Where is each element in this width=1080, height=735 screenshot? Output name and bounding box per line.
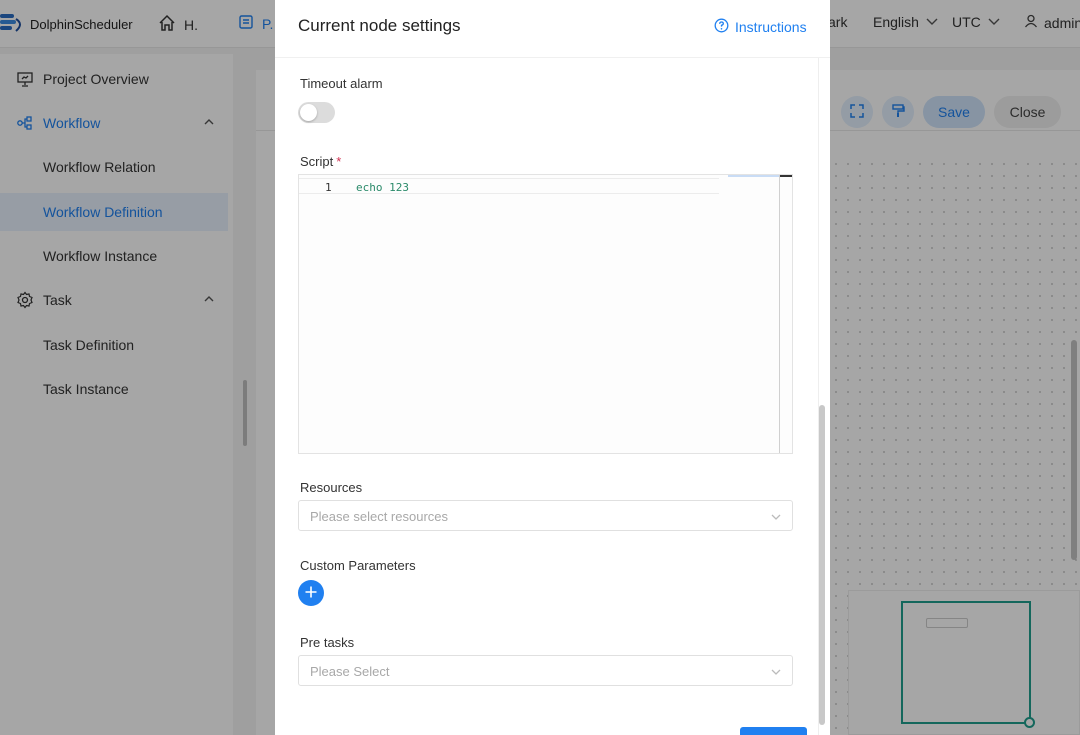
editor-line: 1 echo 123 <box>299 178 719 194</box>
custom-params-label: Custom Parameters <box>300 558 416 573</box>
node-settings-drawer: Current node settings Instructions Timeo… <box>275 0 830 735</box>
pre-tasks-label: Pre tasks <box>300 635 355 650</box>
chevron-down-icon <box>770 510 782 522</box>
editor-scrollbar[interactable] <box>779 175 780 453</box>
code-text: echo 123 <box>356 181 409 194</box>
chevron-down-icon <box>770 665 782 677</box>
switch-knob <box>300 104 317 121</box>
instructions-link[interactable]: Instructions <box>714 18 807 36</box>
script-editor[interactable]: 1 echo 123 <box>298 174 793 454</box>
drawer-title: Current node settings <box>298 16 461 35</box>
confirm-button[interactable] <box>740 727 807 735</box>
timeout-alarm-switch[interactable] <box>298 102 335 123</box>
help-icon <box>714 18 729 36</box>
resources-placeholder: Please select resources <box>310 509 449 524</box>
pre-tasks-select[interactable]: Please Select <box>298 655 793 686</box>
instructions-label: Instructions <box>735 19 807 35</box>
plus-icon <box>304 585 318 602</box>
required-mark: * <box>336 154 342 169</box>
script-label-text: Script <box>300 154 334 169</box>
timeout-alarm-label: Timeout alarm <box>300 76 383 91</box>
resources-label: Resources <box>300 480 363 495</box>
drawer-header: Current node settings Instructions <box>275 0 830 58</box>
script-label: Script * <box>300 154 341 169</box>
editor-scroll-marker <box>728 175 780 177</box>
pre-tasks-placeholder: Please Select <box>310 664 390 679</box>
add-parameter-button[interactable] <box>298 580 324 606</box>
line-number: 1 <box>325 181 332 194</box>
editor-scroll-marker-dark <box>780 175 792 177</box>
drawer-scrollbar[interactable] <box>819 405 825 725</box>
resources-select[interactable]: Please select resources <box>298 500 793 531</box>
